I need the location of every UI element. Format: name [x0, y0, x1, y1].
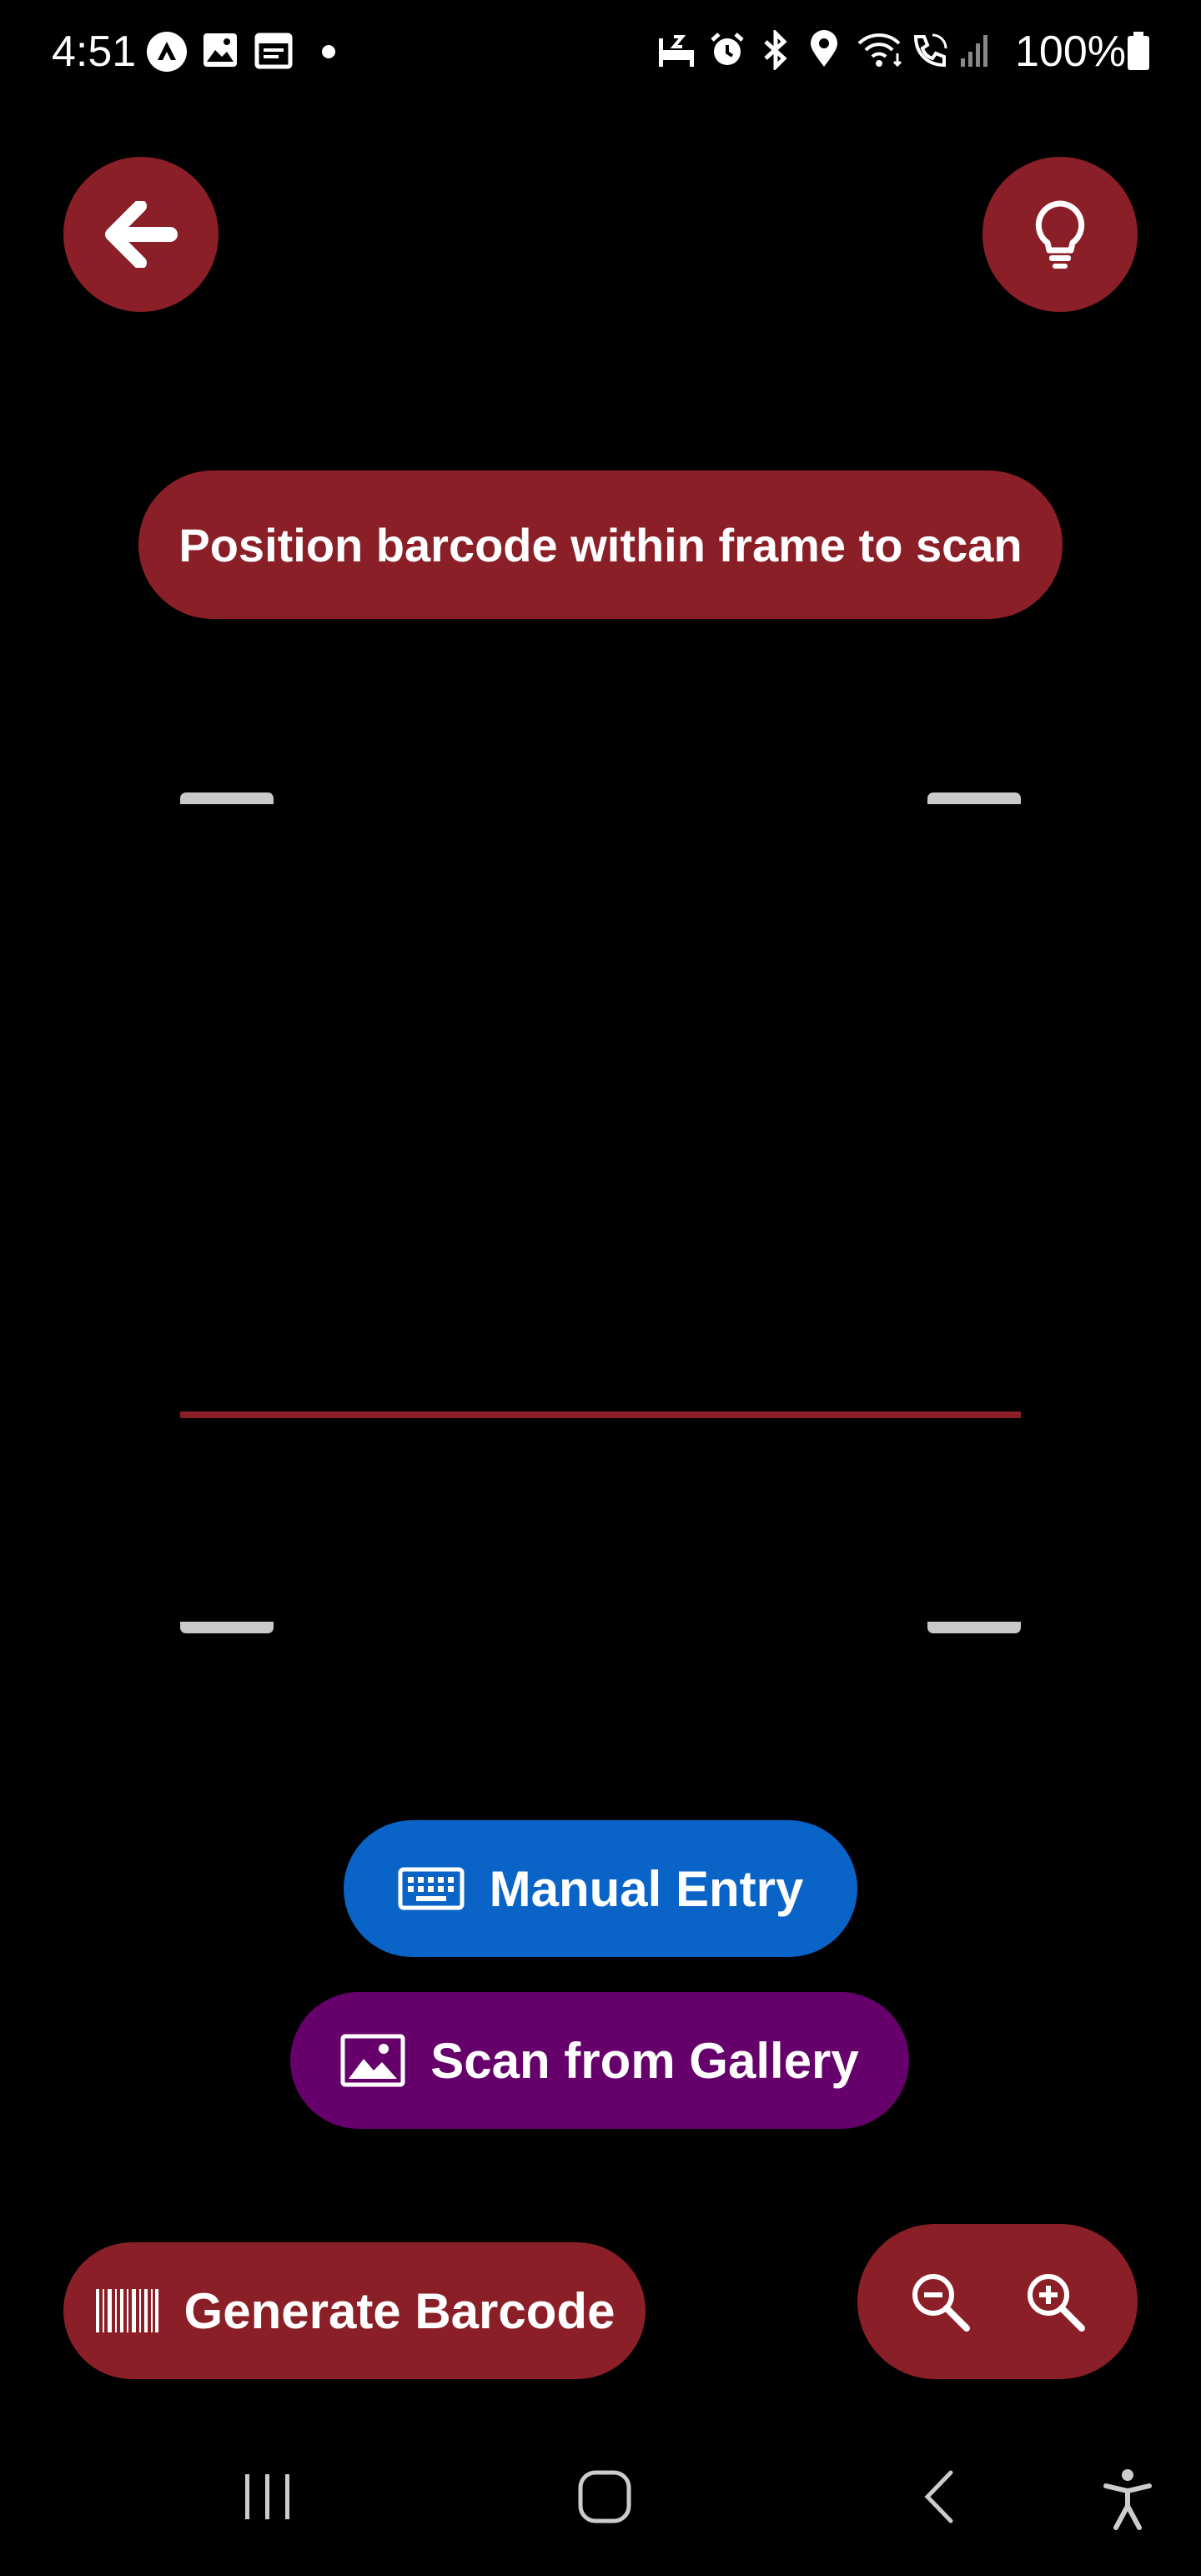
keyboard-icon	[398, 1867, 465, 1910]
status-bar: 4:51 100%	[0, 0, 1201, 103]
bluetooth-icon	[764, 30, 787, 70]
zoom-in-button[interactable]	[1013, 2260, 1097, 2343]
manual-entry-label: Manual Entry	[489, 1860, 804, 1917]
frame-corner-bottom-right	[927, 1622, 1021, 1633]
signal-icon	[961, 35, 987, 67]
battery-percentage: 100%	[1015, 28, 1126, 76]
dot-icon	[322, 45, 335, 58]
gallery-icon	[204, 33, 237, 67]
calendar-icon	[254, 33, 293, 69]
location-icon	[811, 30, 837, 67]
image-icon	[340, 2034, 405, 2087]
home-icon[interactable]	[575, 2468, 634, 2526]
zoom-controls	[857, 2224, 1138, 2379]
generate-barcode-button[interactable]: Generate Barcode	[63, 2242, 646, 2379]
recents-icon[interactable]	[240, 2468, 295, 2526]
status-time: 4:51	[52, 28, 137, 76]
zoom-out-button[interactable]	[898, 2260, 982, 2343]
nav-app-icon	[147, 32, 187, 72]
accessibility-icon[interactable]	[1103, 2468, 1153, 2531]
scan-line	[180, 1411, 1021, 1418]
zoom-out-icon	[912, 2274, 970, 2332]
frame-corner-top-right	[927, 792, 1021, 804]
lightbulb-icon	[1035, 200, 1085, 269]
barcode-icon	[95, 2289, 158, 2332]
alarm-icon	[711, 33, 744, 65]
manual-entry-button[interactable]: Manual Entry	[344, 1820, 857, 1957]
battery-icon	[1128, 32, 1149, 70]
scan-hint: Position barcode within frame to scan	[138, 470, 1063, 619]
bed-icon	[659, 35, 694, 67]
back-icon[interactable]	[917, 2468, 959, 2526]
back-button[interactable]	[63, 157, 219, 312]
generate-barcode-label: Generate Barcode	[183, 2282, 616, 2339]
flashlight-button[interactable]	[982, 157, 1138, 312]
scan-from-gallery-button[interactable]: Scan from Gallery	[290, 1992, 909, 2129]
wifi-calling-icon	[913, 33, 947, 68]
frame-corner-top-left	[180, 792, 274, 804]
frame-corner-bottom-left	[180, 1622, 274, 1633]
scan-from-gallery-label: Scan from Gallery	[430, 2032, 859, 2089]
scan-frame	[180, 792, 1021, 1633]
wifi-icon	[857, 33, 902, 68]
arrow-left-icon	[105, 201, 178, 268]
zoom-in-icon	[1028, 2274, 1085, 2332]
